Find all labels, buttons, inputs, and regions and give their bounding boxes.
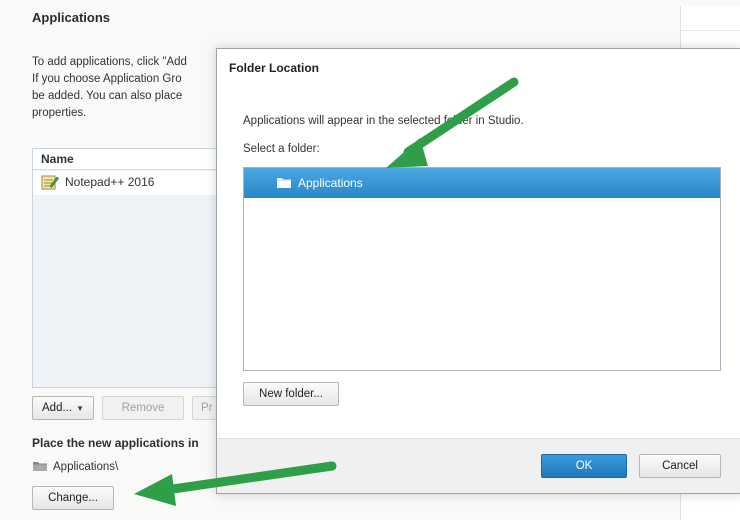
- annotation-arrow: [386, 77, 519, 168]
- annotation-overlay: [134, 77, 519, 506]
- annotation-arrow: [134, 461, 337, 506]
